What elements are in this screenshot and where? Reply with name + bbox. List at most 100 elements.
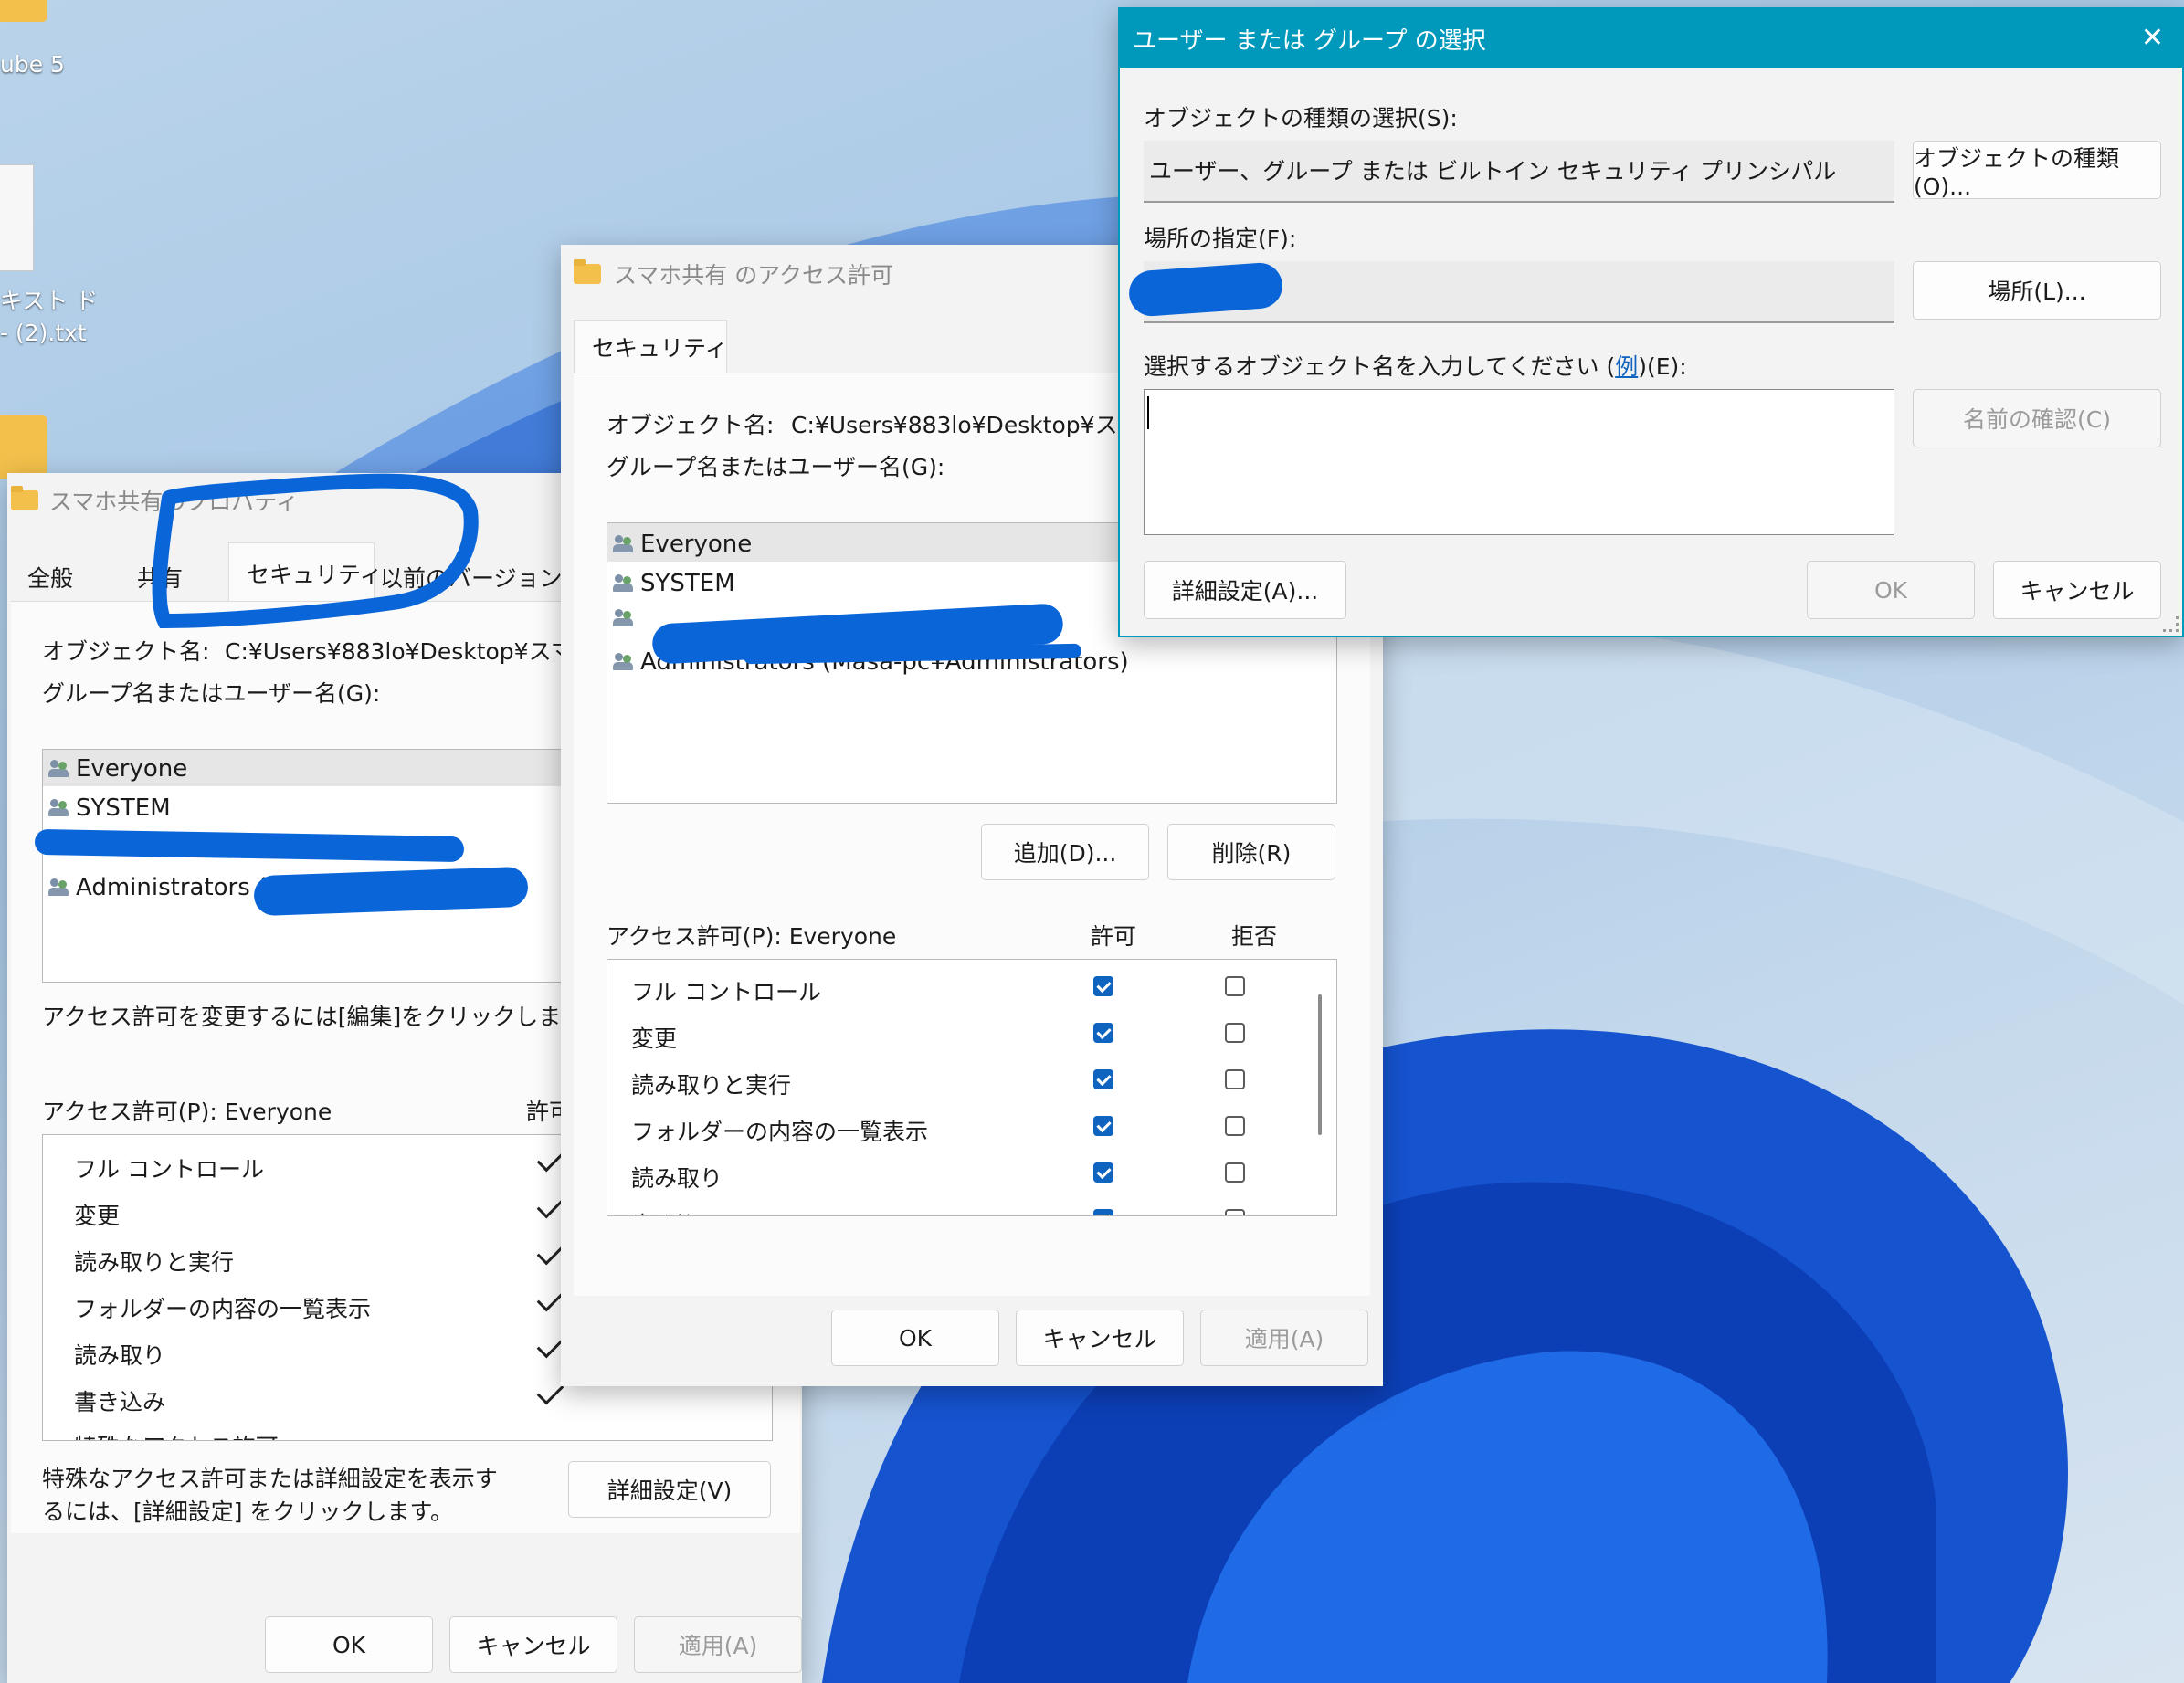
permission-name: 変更 [74,1203,121,1229]
ok-button[interactable]: OK [831,1310,999,1366]
title-bar[interactable]: ユーザー または グループ の選択 ✕ [1120,9,2182,68]
remove-button[interactable]: 削除(R) [1167,824,1335,880]
permission-name: 特殊なアクセス許可 [74,1429,279,1440]
deny-checkbox[interactable] [1225,1116,1245,1136]
group-icon [48,760,70,778]
apply-button[interactable]: 適用(A) [634,1616,802,1673]
allow-column-header: 許可 [1091,923,1137,950]
folder-icon [574,259,601,284]
advanced-hint-line1: 特殊なアクセス許可または詳細設定を表示す [42,1466,498,1492]
object-name-value: C:¥Users¥883lo¥Desktop¥スマホ [791,412,1163,438]
group-icon [613,653,635,671]
add-button[interactable]: 追加(D)... [981,824,1149,880]
dialog-title: ユーザー または グループ の選択 [1133,26,1486,55]
tab-security[interactable]: セキュリティ [592,331,728,363]
cancel-button[interactable]: キャンセル [1993,561,2161,619]
group-icon [48,799,70,817]
locations-button[interactable]: 場所(L)... [1913,261,2161,320]
permission-name: フル コントロール [74,1156,264,1183]
allow-check-icon [536,1237,564,1266]
deny-checkbox[interactable] [1225,1023,1245,1043]
list-item[interactable]: SYSTEM [613,570,735,597]
ok-button[interactable]: OK [265,1616,433,1673]
tab-sharing[interactable]: 共有 [137,561,183,594]
desktop-folder-icon[interactable] [0,0,47,22]
group-icon [613,535,635,553]
permission-name: フル コントロール [631,979,821,1005]
window-title: スマホ共有 のアクセス許可 [614,262,893,289]
apply-button[interactable]: 適用(A) [1200,1310,1368,1366]
object-name-label: オブジェクト名: [42,638,210,665]
permission-name: 書き込み [631,1207,723,1215]
list-item[interactable]: Everyone [48,755,187,783]
group-label: グループ名またはユーザー名(G): [42,680,381,707]
scrollbar-thumb[interactable] [1318,994,1322,1135]
text-file-icon[interactable] [0,164,34,271]
allow-checkbox[interactable] [1093,1069,1113,1089]
allow-check-icon [536,1191,564,1219]
object-type-label: オブジェクトの種類の選択(S): [1144,105,1458,131]
check-names-button[interactable]: 名前の確認(C) [1913,389,2161,447]
desktop-folder-icon[interactable] [0,415,47,479]
deny-checkbox[interactable] [1225,1209,1245,1215]
group-icon [48,878,70,897]
permission-name: 書き込み [74,1389,166,1415]
edit-hint: アクセス許可を変更するには[編集]をクリックします。 [42,1004,605,1030]
permission-name: 読み取りと実行 [631,1072,792,1099]
close-icon[interactable]: ✕ [2141,22,2164,54]
object-name-value: C:¥Users¥883lo¥Desktop¥スマホ [225,638,596,665]
permission-name: フォルダーの内容の一覧表示 [74,1296,372,1322]
deny-checkbox[interactable] [1225,1162,1245,1183]
permissions-list[interactable]: フル コントロール 変更 読み取りと実行 フォルダーの内容の一覧表示 読み取り … [607,959,1337,1216]
list-item[interactable]: Administrators ( [48,874,267,901]
permissions-label: アクセス許可(P): Everyone [607,923,897,950]
desktop-icon-label: キスト ド [0,288,99,314]
object-types-button[interactable]: オブジェクトの種類(O)... [1913,141,2161,200]
select-users-dialog: ユーザー または グループ の選択 ✕ オブジェクトの種類の選択(S): ユーザ… [1118,7,2184,637]
deny-checkbox[interactable] [1225,1069,1245,1089]
permission-name: 読み取り [74,1342,166,1369]
enter-names-label: 選択するオブジェクト名を入力してください (例)(E): [1144,353,1687,380]
allow-checkbox[interactable] [1093,1023,1113,1043]
allow-check-icon [536,1284,564,1312]
ok-button[interactable]: OK [1807,561,1975,619]
allow-check-icon [536,1144,564,1173]
cancel-button[interactable]: キャンセル [1016,1310,1184,1366]
permissions-label: アクセス許可(P): Everyone [42,1099,332,1125]
text-cursor [1147,396,1149,429]
allow-checkbox[interactable] [1093,976,1113,996]
advanced-button[interactable]: 詳細設定(A)... [1144,561,1346,619]
examples-link[interactable]: 例 [1615,353,1638,380]
deny-checkbox[interactable] [1225,976,1245,996]
permission-name: 変更 [631,1026,678,1052]
group-icon [613,574,635,593]
permission-name: 読み取り [631,1165,723,1192]
allow-checkbox[interactable] [1093,1162,1113,1183]
desktop-icon-label: - (2).txt [0,320,87,346]
allow-check-icon [536,1331,564,1359]
permission-name: フォルダーの内容の一覧表示 [631,1119,929,1145]
advanced-hint-line2: るには、[詳細設定] をクリックします。 [42,1499,453,1525]
user-icon [613,609,635,627]
tab-previous-versions[interactable]: 以前のバージョン [380,561,563,594]
list-item[interactable]: SYSTEM [48,794,171,822]
allow-check-icon [536,1377,564,1405]
list-item[interactable] [613,609,640,627]
tab-security[interactable]: セキュリティ [247,557,383,590]
object-type-field: ユーザー、グループ または ビルトイン セキュリティ プリンシパル [1144,141,1894,203]
window-title: スマホ共有のプロパティ [49,489,299,515]
advanced-button[interactable]: 詳細設定(V) [568,1461,771,1518]
allow-checkbox[interactable] [1093,1116,1113,1136]
tab-general[interactable]: 全般 [27,561,73,594]
object-names-input[interactable] [1144,389,1894,535]
list-item[interactable]: Everyone [613,531,752,558]
folder-icon [11,486,38,510]
object-name-label: オブジェクト名: [607,412,775,438]
resize-grip-icon[interactable] [2163,616,2179,632]
permission-name: 読み取りと実行 [74,1249,235,1276]
group-label: グループ名またはユーザー名(G): [607,454,945,480]
cancel-button[interactable]: キャンセル [449,1616,617,1673]
allow-checkbox[interactable] [1093,1209,1113,1215]
location-label: 場所の指定(F): [1144,226,1297,252]
desktop-icon-label: ube 5 [0,51,65,78]
